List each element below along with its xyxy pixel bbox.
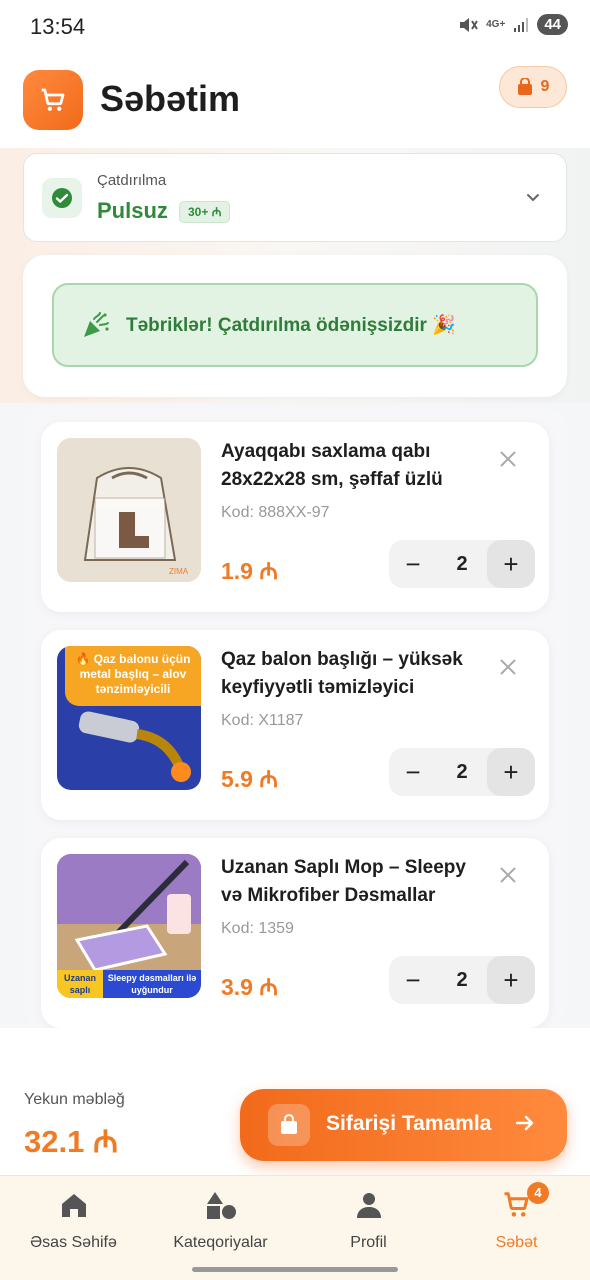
cart-item: Uzanan saplı Sleepy dəsmalları ilə uyğun… (41, 838, 549, 1028)
increase-quantity-button[interactable]: + (487, 956, 535, 1004)
quantity-value: 2 (456, 969, 468, 991)
product-price: 1.9 ₼ (221, 558, 278, 584)
shopping-bag-icon (281, 1114, 297, 1134)
delivery-threshold-chip: 30+ ₼ (179, 201, 231, 223)
total-value: 32.1 ₼ (24, 1124, 119, 1159)
cart-icon (41, 88, 65, 111)
free-delivery-banner: Təbriklər! Çatdırılma ödənişsizdir 🎉 (52, 283, 538, 367)
svg-text:ZIMA: ZIMA (169, 567, 189, 576)
network-label: 4G+ (486, 18, 506, 30)
remove-item-button[interactable] (493, 652, 523, 682)
battery-indicator: 44 (537, 14, 568, 35)
chevron-down-icon (527, 194, 539, 202)
increase-quantity-button[interactable]: + (487, 540, 535, 588)
shopping-bag-icon (517, 78, 532, 95)
party-popper-icon (84, 312, 109, 337)
bag-count-badge[interactable]: 9 (499, 66, 567, 108)
quantity-stepper: − 2 + (389, 748, 535, 796)
categories-icon (206, 1192, 236, 1219)
product-code: Kod: 1359 (221, 920, 294, 937)
cart-items-list[interactable]: ZIMA Ayaqqabı saxlama qabı 28x22x28 sm, … (23, 408, 567, 1028)
close-icon (500, 867, 516, 883)
delivery-label: Çatdırılma (97, 172, 167, 189)
shoe-storage-image: ZIMA (57, 438, 201, 582)
checkout-label: Sifarişi Tamamla (326, 1112, 492, 1135)
arrow-right-icon (515, 1115, 534, 1131)
status-bar: 13:54 4G+ 44 (0, 0, 590, 56)
total-label: Yekun məbləğ (24, 1091, 125, 1108)
product-code: Kod: X1187 (221, 712, 304, 729)
mute-icon (460, 17, 478, 32)
decrease-quantity-button[interactable]: − (389, 748, 437, 796)
status-time: 13:54 (30, 14, 86, 39)
congrats-text: Təbriklər! Çatdırılma ödənişsizdir 🎉 (126, 315, 456, 336)
congrats-card: Təbriklər! Çatdırılma ödənişsizdir 🎉 (23, 255, 567, 397)
nav-label-profile: Profil (350, 1234, 387, 1251)
image-caption-right: Sleepy dəsmalları ilə uyğundur (103, 970, 201, 998)
profile-icon (356, 1193, 381, 1218)
close-icon (500, 659, 516, 675)
home-icon (61, 1194, 86, 1217)
product-name[interactable]: Uzanan Saplı Mop – Sleepy və Mikrofiber … (221, 854, 471, 910)
nav-item-cart[interactable]: 4 Səbət (443, 1182, 590, 1252)
decrease-quantity-button[interactable]: − (389, 956, 437, 1004)
bottom-navigation: Əsas Səhifə Kateqoriyalar Profil 4 Səbət (0, 1175, 590, 1280)
quantity-stepper: − 2 + (389, 540, 535, 588)
delivery-check (42, 178, 82, 218)
nav-label-categories: Kateqoriyalar (173, 1234, 268, 1251)
app-logo (23, 70, 83, 130)
remove-item-button[interactable] (493, 444, 523, 474)
nav-item-home[interactable]: Əsas Səhifə (0, 1188, 147, 1252)
cart-count-badge: 4 (527, 1182, 549, 1204)
nav-item-profile[interactable]: Profil (295, 1188, 442, 1252)
product-image[interactable]: 🔥 Qaz balonu üçün metal başlıq – alov tə… (57, 646, 201, 790)
delivery-selector[interactable]: Çatdırılma Pulsuz 30+ ₼ (23, 153, 567, 242)
cart-item: 🔥 Qaz balonu üçün metal başlıq – alov tə… (41, 630, 549, 820)
product-image[interactable]: Uzanan saplı Sleepy dəsmalları ilə uyğun… (57, 854, 201, 998)
close-icon (500, 451, 516, 467)
bag-count: 9 (540, 78, 550, 95)
check-circle-icon (52, 188, 72, 208)
status-icons: 4G+ 44 (458, 14, 568, 35)
nav-item-categories[interactable]: Kateqoriyalar (147, 1188, 294, 1252)
delivery-value: Pulsuz (97, 198, 168, 223)
page-title: Səbətim (100, 78, 241, 119)
quantity-stepper: − 2 + (389, 956, 535, 1004)
nav-label-cart: Səbət (495, 1234, 538, 1251)
signal-icon (514, 17, 529, 32)
quantity-value: 2 (456, 761, 468, 783)
app-header: Səbətim 9 (0, 56, 590, 148)
product-code: Kod: 888XX-97 (221, 504, 330, 521)
product-name[interactable]: Qaz balon başlığı – yüksək keyfiyyətli t… (221, 646, 471, 702)
quantity-value: 2 (456, 553, 468, 575)
product-price: 5.9 ₼ (221, 766, 278, 792)
decrease-quantity-button[interactable]: − (389, 540, 437, 588)
image-caption-left: Uzanan saplı (57, 970, 103, 998)
increase-quantity-button[interactable]: + (487, 748, 535, 796)
home-indicator[interactable] (192, 1267, 398, 1272)
product-name[interactable]: Ayaqqabı saxlama qabı 28x22x28 sm, şəffa… (221, 438, 471, 494)
checkout-bag (268, 1104, 310, 1146)
checkout-footer: Yekun məbləğ 32.1 ₼ Sifarişi Tamamla (0, 1028, 590, 1175)
cart-item: ZIMA Ayaqqabı saxlama qabı 28x22x28 sm, … (41, 422, 549, 612)
product-price: 3.9 ₼ (221, 974, 278, 1000)
remove-item-button[interactable] (493, 860, 523, 890)
product-image[interactable]: ZIMA (57, 438, 201, 582)
gas-torch-image (78, 711, 191, 782)
checkout-button[interactable]: Sifarişi Tamamla (240, 1089, 567, 1161)
nav-label-home: Əsas Səhifə (30, 1234, 117, 1251)
